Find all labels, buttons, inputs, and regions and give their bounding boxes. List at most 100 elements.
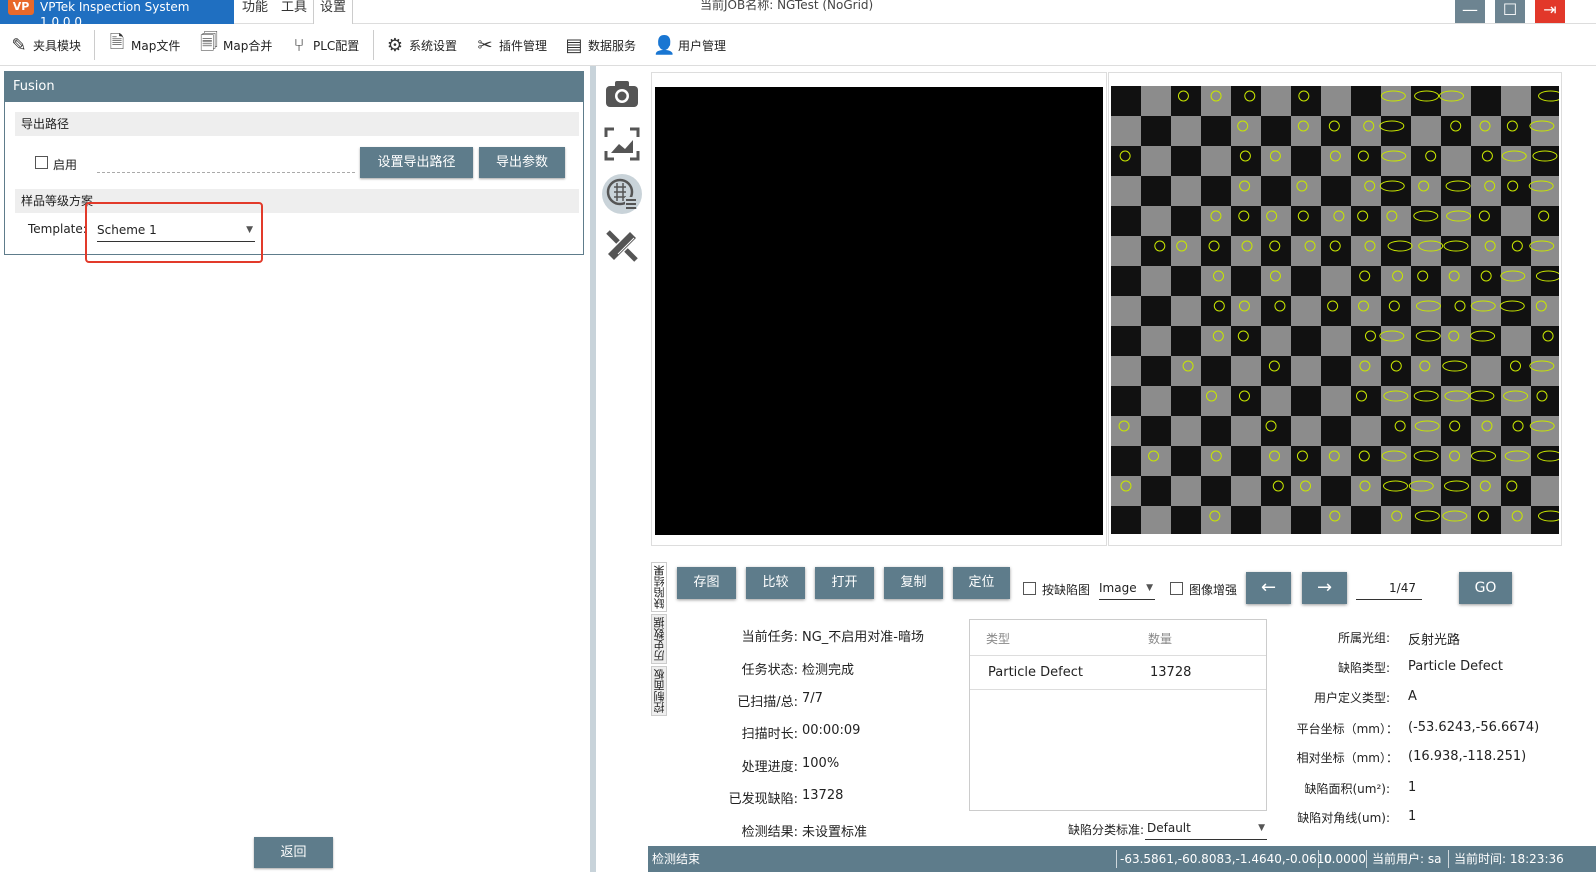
image-capture-icon[interactable] [602, 124, 642, 164]
minimize-icon: — [1462, 0, 1478, 19]
go-button[interactable]: GO [1459, 572, 1512, 604]
user-type-value: A [1408, 689, 1417, 704]
checker-cell [1411, 176, 1441, 206]
toolbar-label: Map合并 [223, 38, 273, 53]
ruler-pencil-icon[interactable] [602, 226, 642, 266]
toolbar-separator [373, 30, 374, 60]
toolbar-plc-config[interactable]: ⑂ PLC配置 [288, 32, 360, 58]
by-defect-checkbox[interactable] [1023, 582, 1036, 595]
checker-cell [1531, 296, 1559, 326]
maximize-button[interactable]: ☐ [1495, 0, 1525, 23]
chevron-down-icon: ▼ [1146, 583, 1153, 593]
checker-cell [1261, 416, 1291, 446]
progress-value: 100% [802, 756, 840, 771]
server-icon: ▤ [565, 34, 583, 56]
checker-cell [1171, 86, 1201, 116]
copy-button[interactable]: 复制 [884, 567, 943, 599]
checker-cell [1171, 416, 1201, 446]
exit-button[interactable]: ⇥ [1535, 0, 1565, 23]
toolbar-data-service[interactable]: ▤ 数据服务 [563, 32, 636, 58]
checker-cell [1111, 236, 1141, 266]
checker-cell [1261, 206, 1291, 236]
checker-cell [1471, 236, 1501, 266]
checker-cell [1321, 476, 1351, 506]
checker-cell [1411, 146, 1441, 176]
status-bar: 检测结束 -63.5861,-60.8083,-1.4640,-0.0610 0… [648, 846, 1596, 872]
status-separator [1366, 850, 1367, 868]
classify-select[interactable]: Default ▼ [1145, 818, 1267, 840]
checker-cell [1351, 506, 1381, 534]
checker-cell [1441, 296, 1471, 326]
save-image-button[interactable]: 存图 [677, 567, 736, 599]
current-task-value: NG_不启用对准-暗场 [802, 630, 924, 645]
checker-cell [1291, 296, 1321, 326]
checker-cell [1411, 116, 1441, 146]
checker-cell [1501, 86, 1531, 116]
tab-defect-result[interactable]: 缺陷结果 [651, 562, 667, 612]
image-type-select[interactable]: Image ▼ [1099, 578, 1155, 600]
back-button[interactable]: 返回 [254, 837, 333, 868]
export-params-button[interactable]: 导出参数 [479, 147, 565, 178]
checker-cell [1141, 86, 1171, 116]
checker-cell [1111, 386, 1141, 416]
checker-cell [1321, 386, 1351, 416]
maximize-icon: ☐ [1502, 0, 1518, 19]
checker-cell [1201, 146, 1231, 176]
checker-cell [1531, 326, 1559, 356]
checker-cell [1231, 356, 1261, 386]
next-button[interactable]: → [1302, 572, 1347, 604]
enhance-checkbox[interactable] [1170, 582, 1183, 595]
checker-cell [1141, 146, 1171, 176]
toolbar-system-settings[interactable]: ⚙ 系统设置 [384, 32, 457, 58]
checker-cell [1351, 236, 1381, 266]
checker-cell [1111, 176, 1141, 206]
toolbar-map-file[interactable]: 🗎 Map文件 [106, 32, 181, 58]
defect-image-view[interactable] [1111, 86, 1559, 534]
checker-cell [1201, 296, 1231, 326]
checker-cell [1171, 146, 1201, 176]
checker-cell [1321, 506, 1351, 534]
toolbar-plugin-management[interactable]: ✂ 插件管理 [474, 32, 547, 58]
prev-button[interactable]: ← [1246, 572, 1291, 604]
export-path-section: 导出路径 [15, 112, 579, 136]
checker-cell [1471, 86, 1501, 116]
enable-checkbox[interactable] [35, 156, 48, 169]
minimize-button[interactable]: — [1455, 0, 1485, 23]
page-input[interactable]: 1/47 [1356, 578, 1422, 600]
menu-settings[interactable]: 设置 [313, 0, 354, 24]
exit-icon: ⇥ [1543, 0, 1557, 19]
checker-cell [1501, 476, 1531, 506]
menu-tools[interactable]: 工具 [281, 0, 307, 24]
checker-cell [1291, 416, 1321, 446]
checker-cell [1291, 146, 1321, 176]
plc-icon: ⑂ [293, 34, 305, 56]
locate-button[interactable]: 定位 [953, 567, 1010, 599]
toolbar-user-management[interactable]: 👤 用户管理 [653, 32, 726, 58]
wafer-map-icon[interactable] [602, 174, 642, 214]
live-image-view[interactable] [655, 87, 1103, 535]
open-button[interactable]: 打开 [815, 567, 874, 599]
tab-history-data[interactable]: 历史数据 [651, 614, 667, 664]
camera-icon[interactable] [602, 74, 642, 114]
toolbar-fixture-module[interactable]: ✎ 夹具模块 [8, 32, 81, 58]
toolbar-map-merge[interactable]: 🗐 Map合并 [198, 32, 272, 58]
defect-table: 类型 数量 Particle Defect 13728 [969, 619, 1267, 811]
table-row[interactable]: Particle Defect 13728 [970, 656, 1266, 690]
chevron-down-icon: ▼ [1258, 823, 1265, 833]
status-user: 当前用户: sa [1372, 852, 1442, 866]
platform-coord-value: (-53.6243,-56.6674) [1408, 720, 1540, 735]
checker-cell [1111, 206, 1141, 236]
checker-cell [1201, 416, 1231, 446]
export-path-input[interactable] [97, 172, 355, 173]
checker-cell [1261, 296, 1291, 326]
set-export-path-button[interactable]: 设置导出路径 [360, 147, 473, 178]
header-count: 数量 [1148, 632, 1173, 646]
defect-type-value: Particle Defect [1408, 659, 1503, 674]
tab-control-panel[interactable]: 控制面板 [651, 666, 667, 716]
checker-cell [1291, 326, 1321, 356]
checker-cell [1261, 116, 1291, 146]
checker-cell [1441, 146, 1471, 176]
compare-button[interactable]: 比较 [746, 567, 805, 599]
menu-function[interactable]: 功能 [242, 0, 268, 24]
toolbar-label: 插件管理 [499, 38, 548, 53]
